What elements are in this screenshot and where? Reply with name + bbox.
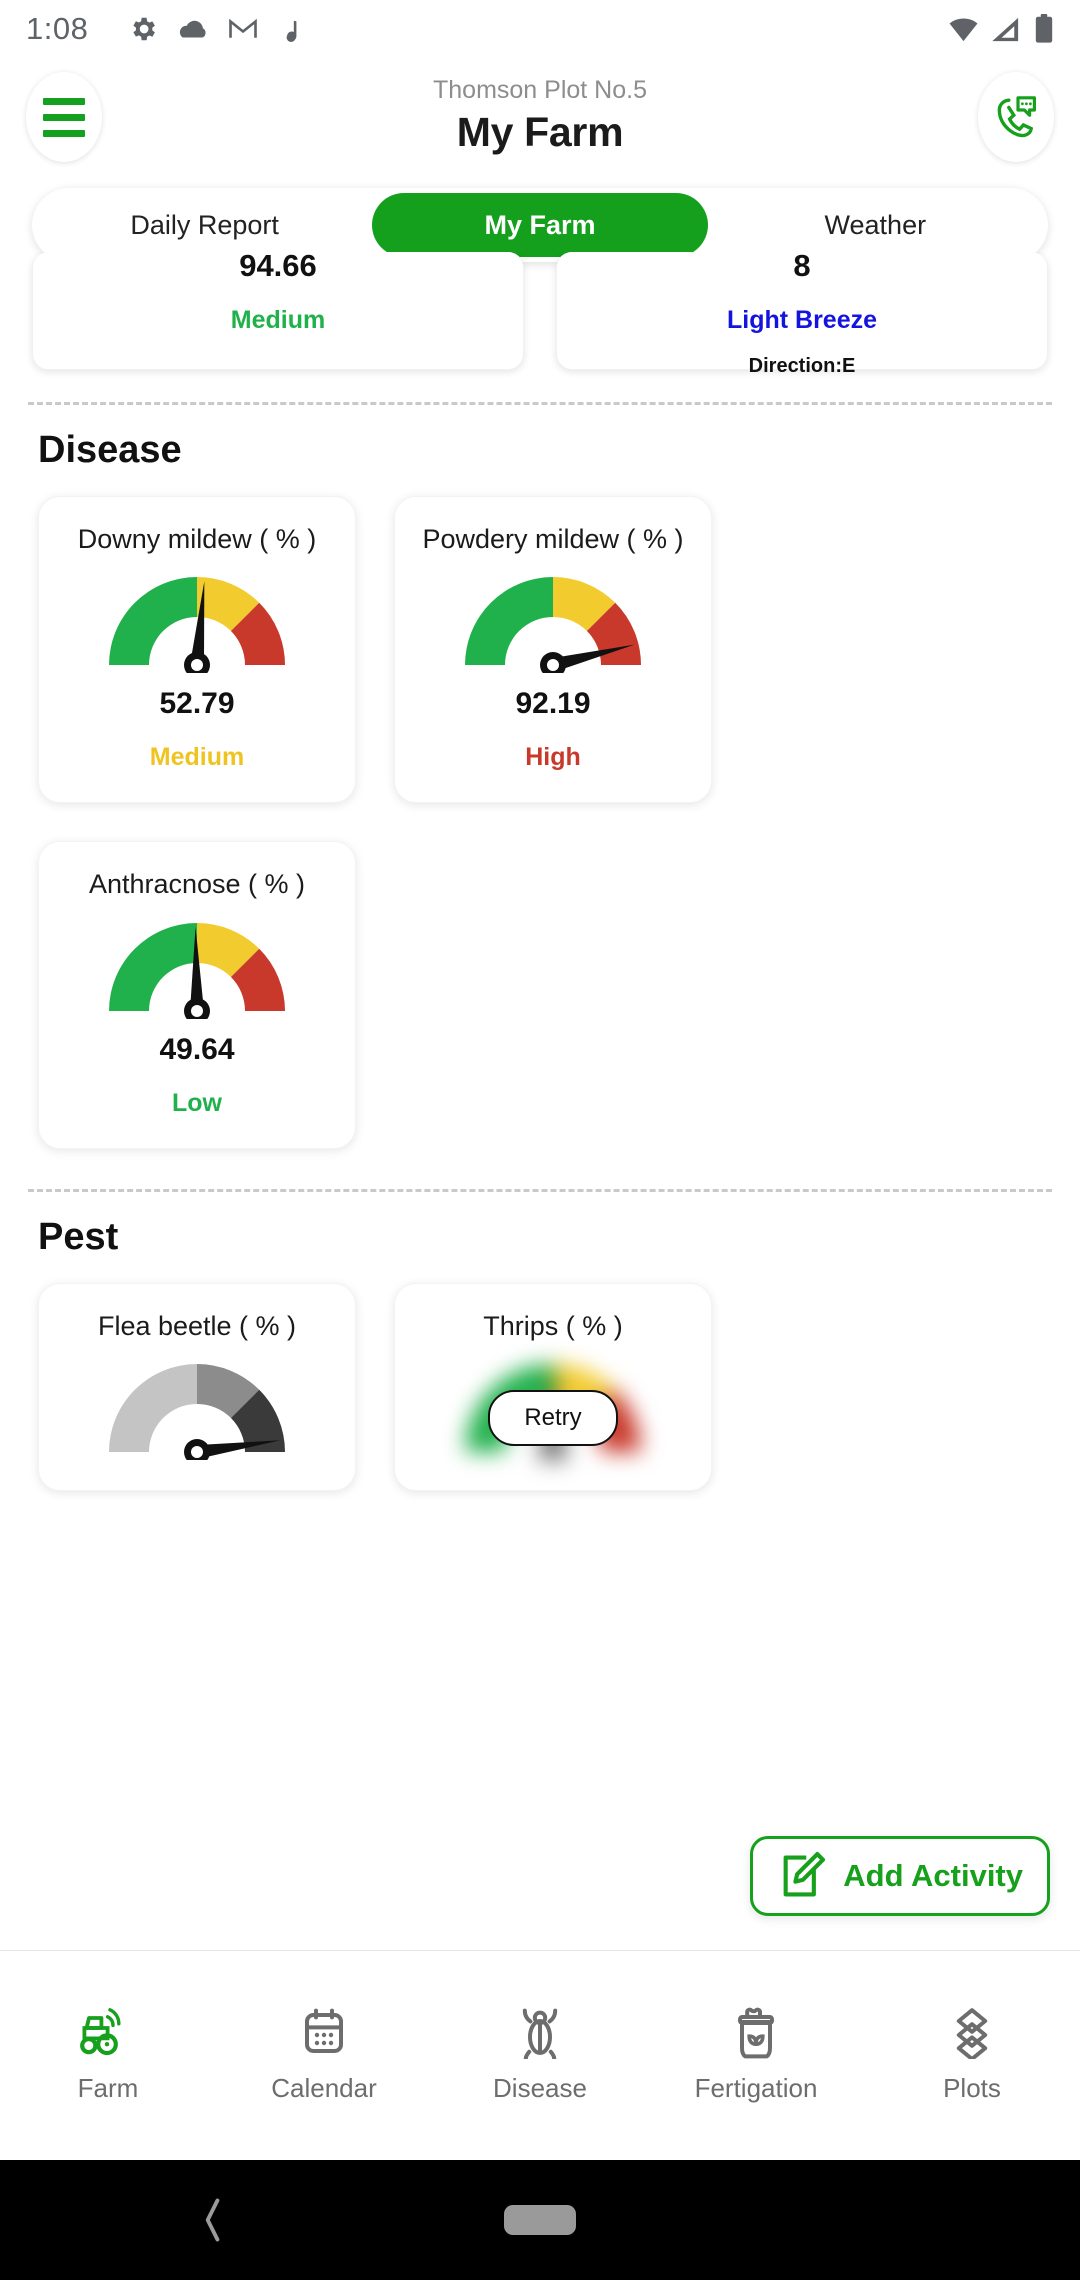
metric-status-badge: Low: [172, 1089, 222, 1118]
battery-icon: [1034, 14, 1054, 44]
nav-label: Farm: [78, 2073, 139, 2104]
nav-item-calendar[interactable]: Calendar: [216, 2007, 432, 2104]
bug-icon: [514, 2007, 566, 2059]
nav-label: Plots: [943, 2073, 1001, 2104]
edit-note-icon: [777, 1850, 829, 1902]
call-chat-support-icon: [992, 93, 1040, 141]
nav-item-plots[interactable]: Plots: [864, 2007, 1080, 2104]
cloud-icon: [176, 14, 210, 44]
metric-title: Flea beetle ( % ): [98, 1310, 296, 1342]
weather-card-wind[interactable]: 8 Light Breeze Direction:E: [556, 252, 1048, 370]
metric-card[interactable]: Anthracnose ( % ) 49.64 Low: [38, 841, 356, 1148]
metric-status-badge: Medium: [150, 743, 244, 772]
hamburger-menu-icon: [43, 98, 85, 137]
tab-bar-container: Daily Report My Farm Weather: [0, 176, 1080, 262]
metric-title: Anthracnose ( % ): [89, 868, 305, 900]
section-title-disease: Disease: [0, 405, 1080, 476]
system-status-bar: 1:08: [0, 0, 1080, 58]
cellular-signal-icon: [991, 16, 1022, 43]
weather-status: Light Breeze: [727, 306, 877, 335]
add-activity-button[interactable]: Add Activity: [750, 1836, 1050, 1916]
layers-icon: [945, 2007, 999, 2059]
metric-value: 49.64: [159, 1033, 234, 1067]
gauge-dial: [102, 569, 292, 673]
metric-value: 92.19: [515, 687, 590, 721]
wifi-icon: [948, 16, 979, 43]
tab-daily-report[interactable]: Daily Report: [37, 193, 372, 257]
nav-label: Calendar: [271, 2073, 377, 2104]
weather-card-humidity[interactable]: 94.66 Medium: [32, 252, 524, 370]
metric-status-badge: High: [525, 743, 581, 772]
metric-title: Powdery mildew ( % ): [422, 523, 683, 555]
back-chevron-icon[interactable]: [200, 2197, 226, 2243]
nav-item-farm[interactable]: Farm: [0, 2007, 216, 2104]
nav-item-fertigation[interactable]: Fertigation: [648, 2007, 864, 2104]
header-titles: Thomson Plot No.5 My Farm: [0, 75, 1080, 160]
nav-label: Fertigation: [695, 2073, 818, 2104]
tractor-icon: [77, 2007, 139, 2059]
gauge-container: [458, 569, 648, 673]
system-navigation-bar: [0, 2160, 1080, 2280]
gauge-container: [102, 569, 292, 673]
status-bar-left: 1:08: [26, 11, 298, 47]
menu-button[interactable]: [26, 72, 102, 162]
weather-value: 8: [793, 252, 810, 284]
plot-subtitle: Thomson Plot No.5: [0, 75, 1080, 106]
retry-button[interactable]: Retry: [488, 1390, 617, 1446]
status-bar-right: [948, 14, 1054, 44]
tab-my-farm[interactable]: My Farm: [372, 193, 707, 257]
add-activity-label: Add Activity: [843, 1858, 1023, 1894]
page-title: My Farm: [0, 106, 1080, 159]
bottom-navigation-bar: Farm Calendar Disease: [0, 1950, 1080, 2160]
gauge-dial: [458, 569, 648, 673]
metric-title: Downy mildew ( % ): [78, 523, 317, 555]
tab-bar: Daily Report My Farm Weather: [32, 188, 1048, 262]
disease-card-grid: Downy mildew ( % ) 52.79 Medium Powdery …: [0, 476, 1080, 1149]
call-support-button[interactable]: [978, 72, 1054, 162]
nav-label: Disease: [493, 2073, 587, 2104]
metric-card[interactable]: Flea beetle ( % ): [38, 1283, 356, 1491]
weather-status: Medium: [231, 306, 325, 335]
app-header: Thomson Plot No.5 My Farm: [0, 58, 1080, 176]
nav-item-disease[interactable]: Disease: [432, 2007, 648, 2104]
metric-card[interactable]: Powdery mildew ( % ) 92.19 High: [394, 496, 712, 803]
metric-card[interactable]: Downy mildew ( % ) 52.79 Medium: [38, 496, 356, 803]
settings-gear-icon: [128, 14, 158, 44]
calendar-icon: [296, 2007, 352, 2059]
scroll-content[interactable]: 94.66 Medium 8 Light Breeze Direction:E …: [0, 252, 1080, 1950]
gmail-icon: [228, 16, 258, 42]
metric-value: 52.79: [159, 687, 234, 721]
tab-weather[interactable]: Weather: [708, 193, 1043, 257]
status-bar-clock: 1:08: [26, 11, 88, 47]
weather-summary-row: 94.66 Medium 8 Light Breeze Direction:E: [0, 252, 1080, 370]
app-screen: 1:08: [0, 0, 1080, 2280]
music-note-icon: [276, 14, 298, 44]
gauge-dial: [102, 915, 292, 1019]
home-indicator-pill[interactable]: [504, 2205, 576, 2235]
gauge-container: [102, 915, 292, 1019]
metric-card[interactable]: Thrips ( % ) Retry: [394, 1283, 712, 1491]
fertilizer-bag-icon: [731, 2007, 781, 2059]
pest-card-grid: Flea beetle ( % ) Thrips ( % ) Retry: [0, 1263, 1080, 1491]
wind-direction: Direction:E: [749, 355, 856, 378]
gauge-container: [102, 1356, 292, 1460]
gauge-dial: [102, 1356, 292, 1460]
section-title-pest: Pest: [0, 1192, 1080, 1263]
metric-title: Thrips ( % ): [483, 1310, 623, 1342]
weather-value: 94.66: [239, 252, 317, 284]
